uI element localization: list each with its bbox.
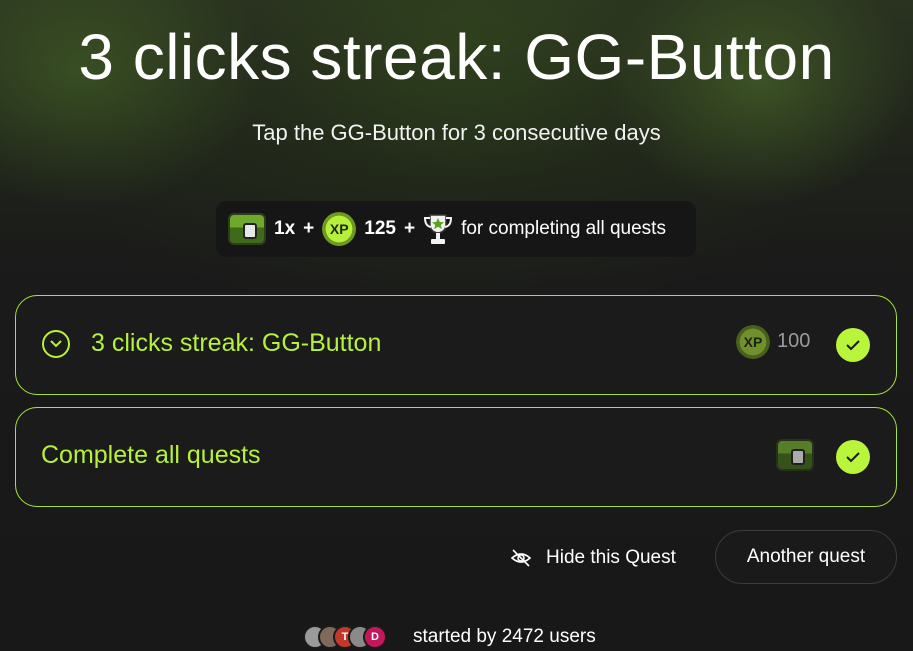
chevron-down-icon[interactable] bbox=[42, 330, 70, 358]
another-quest-button[interactable]: Another quest bbox=[715, 530, 897, 584]
treasure-chest-icon bbox=[228, 213, 266, 245]
xp-coin-icon: XP bbox=[736, 325, 770, 359]
quest-xp-value: 100 bbox=[777, 330, 811, 352]
reward-plus: + bbox=[403, 218, 416, 239]
reward-plus: + bbox=[303, 218, 315, 239]
quest-title: Complete all quests bbox=[41, 441, 261, 469]
hide-quest-button[interactable]: Hide this Quest bbox=[510, 543, 676, 573]
checkmark-icon bbox=[836, 328, 870, 362]
trophy-icon bbox=[424, 214, 453, 244]
quest-card[interactable]: Complete all quests bbox=[15, 407, 897, 507]
page-title: 3 clicks streak: GG-Button bbox=[78, 21, 835, 93]
started-by-text: started by 2472 users bbox=[413, 626, 596, 647]
avatar-stack: TD bbox=[303, 625, 387, 649]
treasure-chest-icon bbox=[776, 439, 814, 471]
checkmark-icon bbox=[836, 440, 870, 474]
page-subtitle: Tap the GG-Button for 3 consecutive days bbox=[252, 120, 661, 145]
eye-off-icon bbox=[510, 549, 532, 567]
reward-bar: 1x + XP 125 + for completing all quests bbox=[216, 201, 696, 257]
reward-description: for completing all quests bbox=[461, 218, 666, 239]
quest-title: 3 clicks streak: GG-Button bbox=[91, 329, 382, 357]
reward-xp-amount: 125 bbox=[364, 218, 396, 239]
hide-quest-label: Hide this Quest bbox=[546, 547, 676, 568]
reward-chest-count: 1x bbox=[274, 218, 296, 239]
xp-coin-icon: XP bbox=[322, 212, 357, 246]
quest-card[interactable]: 3 clicks streak: GG-Button XP 100 bbox=[15, 295, 897, 395]
started-by: TD started by 2472 users bbox=[303, 624, 596, 650]
avatar: D bbox=[363, 625, 387, 649]
